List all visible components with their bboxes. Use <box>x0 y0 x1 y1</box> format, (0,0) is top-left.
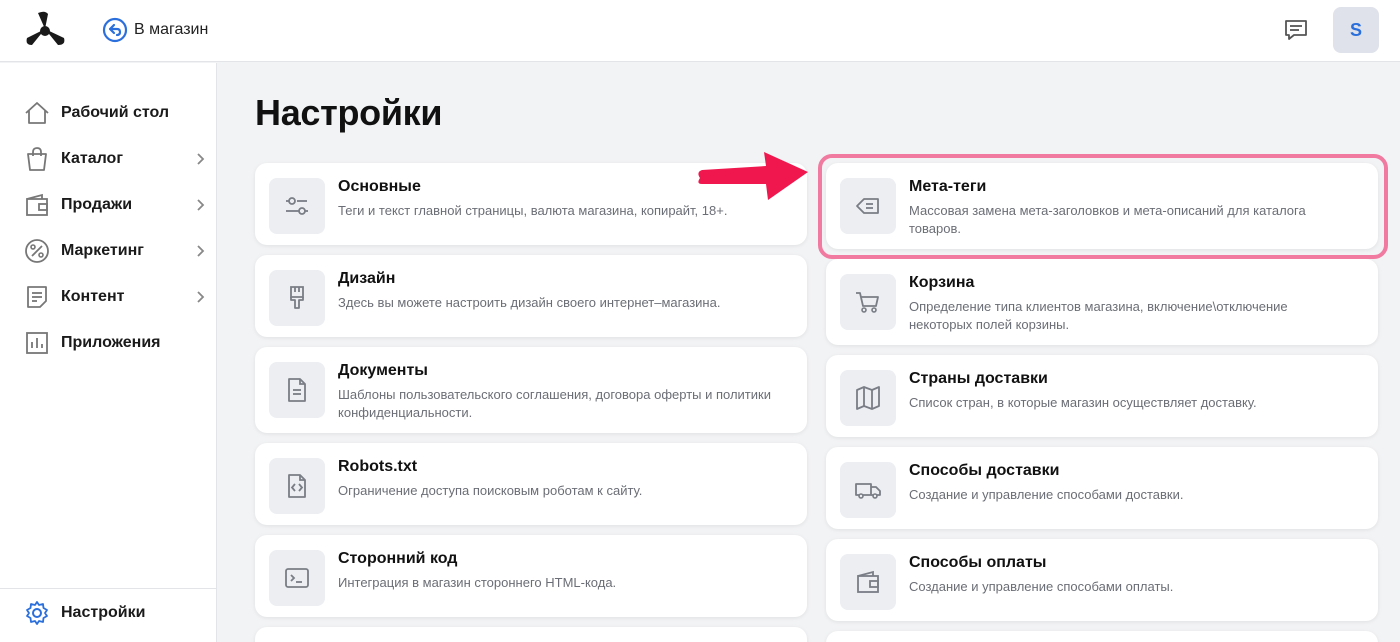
sidebar: Рабочий стол Каталог Продажи Маркетинг К… <box>0 63 217 642</box>
back-arrow-circle-icon <box>102 17 128 43</box>
logo-icon[interactable] <box>24 10 66 48</box>
card-icon-box <box>269 550 325 606</box>
file-code-icon <box>288 474 306 498</box>
back-to-store-link[interactable]: В магазин <box>102 17 208 43</box>
terminal-icon <box>285 568 309 588</box>
brush-icon <box>290 286 304 309</box>
card-description: Здесь вы можете настроить дизайн своего … <box>338 295 721 310</box>
card-description: Ограничение доступа поисковым роботам к … <box>338 483 643 498</box>
sidebar-item-label: Продажи <box>61 196 133 213</box>
arrow-pointer-icon <box>698 152 808 200</box>
card-title: Дизайн <box>338 270 396 287</box>
top-bar: В магазин S <box>0 0 1400 62</box>
truck-icon <box>855 483 881 499</box>
settings-card-delivery-countries[interactable]: Страны доставки Список стран, в которые … <box>826 355 1378 437</box>
settings-card-payment-methods[interactable]: Способы оплаты Создание и управление спо… <box>826 539 1378 621</box>
card-title: Сторонний код <box>338 550 458 567</box>
card-icon-box <box>269 362 325 418</box>
wallet-icon <box>26 193 48 216</box>
document-icon <box>27 286 47 308</box>
card-icon-box <box>840 370 896 426</box>
sidebar-divider <box>0 588 217 589</box>
card-icon-box <box>840 554 896 610</box>
card-description: Создание и управление способами доставки… <box>909 487 1184 502</box>
sidebar-item-label: Контент <box>61 288 125 305</box>
bar-chart-icon <box>26 332 48 354</box>
chevron-right-icon <box>197 291 205 303</box>
sidebar-item-content[interactable]: Контент <box>0 277 217 317</box>
cart-icon <box>856 292 879 313</box>
card-title: Корзина <box>909 274 975 291</box>
card-title: Robots.txt <box>338 458 418 475</box>
sliders-icon <box>286 197 308 215</box>
user-avatar[interactable]: S <box>1333 7 1379 53</box>
settings-card-third-party-code[interactable]: Сторонний код Интеграция в магазин сторо… <box>255 535 807 617</box>
map-icon <box>856 386 880 410</box>
sidebar-item-label: Настройки <box>61 604 146 621</box>
sidebar-item-label: Каталог <box>61 150 123 167</box>
card-icon-box <box>840 462 896 518</box>
card-icon-box <box>269 178 325 234</box>
card-description: Список стран, в которые магазин осуществ… <box>909 395 1257 410</box>
percent-icon <box>25 239 49 263</box>
card-description: Определение типа клиентов магазина, вклю… <box>909 299 1288 332</box>
card-description: Создание и управление способами оплаты. <box>909 579 1174 594</box>
card-title: Страны доставки <box>909 370 1048 387</box>
sidebar-item-label: Маркетинг <box>61 242 144 259</box>
back-to-store-label: В магазин <box>134 21 209 38</box>
card-title: Способы оплаты <box>909 554 1047 571</box>
highlight-frame <box>818 154 1388 259</box>
sidebar-item-label: Приложения <box>61 334 161 351</box>
avatar-letter: S <box>1349 19 1362 40</box>
chat-icon[interactable] <box>1283 17 1309 43</box>
settings-card-partial[interactable] <box>826 631 1378 642</box>
card-icon-box <box>269 270 325 326</box>
settings-card-partial[interactable] <box>255 627 807 642</box>
shopping-bag-icon <box>27 147 47 171</box>
chevron-right-icon <box>197 153 205 165</box>
card-description: Шаблоны пользовательского соглашения, до… <box>338 387 771 420</box>
settings-card-robots[interactable]: Robots.txt Ограничение доступа поисковым… <box>255 443 807 525</box>
card-description: Теги и текст главной страницы, валюта ма… <box>338 203 728 218</box>
sidebar-item-marketing[interactable]: Маркетинг <box>0 231 217 271</box>
settings-card-cart[interactable]: Корзина Определение типа клиентов магази… <box>826 259 1378 345</box>
card-title: Документы <box>338 362 428 379</box>
settings-card-documents[interactable]: Документы Шаблоны пользовательского согл… <box>255 347 807 433</box>
sidebar-item-dashboard[interactable]: Рабочий стол <box>0 93 217 133</box>
card-icon-box <box>269 458 325 514</box>
chevron-right-icon <box>197 245 205 257</box>
card-title: Способы доставки <box>909 462 1060 479</box>
sidebar-item-settings[interactable]: Настройки <box>0 593 217 633</box>
settings-card-delivery-methods[interactable]: Способы доставки Создание и управление с… <box>826 447 1378 529</box>
card-title: Основные <box>338 178 421 195</box>
chevron-right-icon <box>197 199 205 211</box>
sidebar-item-label: Рабочий стол <box>61 104 170 121</box>
page-title: Настройки <box>255 92 443 133</box>
settings-card-design[interactable]: Дизайн Здесь вы можете настроить дизайн … <box>255 255 807 337</box>
card-icon-box <box>840 274 896 330</box>
file-text-icon <box>288 378 306 402</box>
sidebar-item-catalog[interactable]: Каталог <box>0 139 217 179</box>
gear-icon <box>26 601 48 625</box>
home-icon <box>25 102 49 124</box>
card-description: Интеграция в магазин стороннего HTML-код… <box>338 575 617 590</box>
sidebar-item-sales[interactable]: Продажи <box>0 185 217 225</box>
wallet-icon <box>857 570 879 593</box>
sidebar-item-apps[interactable]: Приложения <box>0 323 217 363</box>
